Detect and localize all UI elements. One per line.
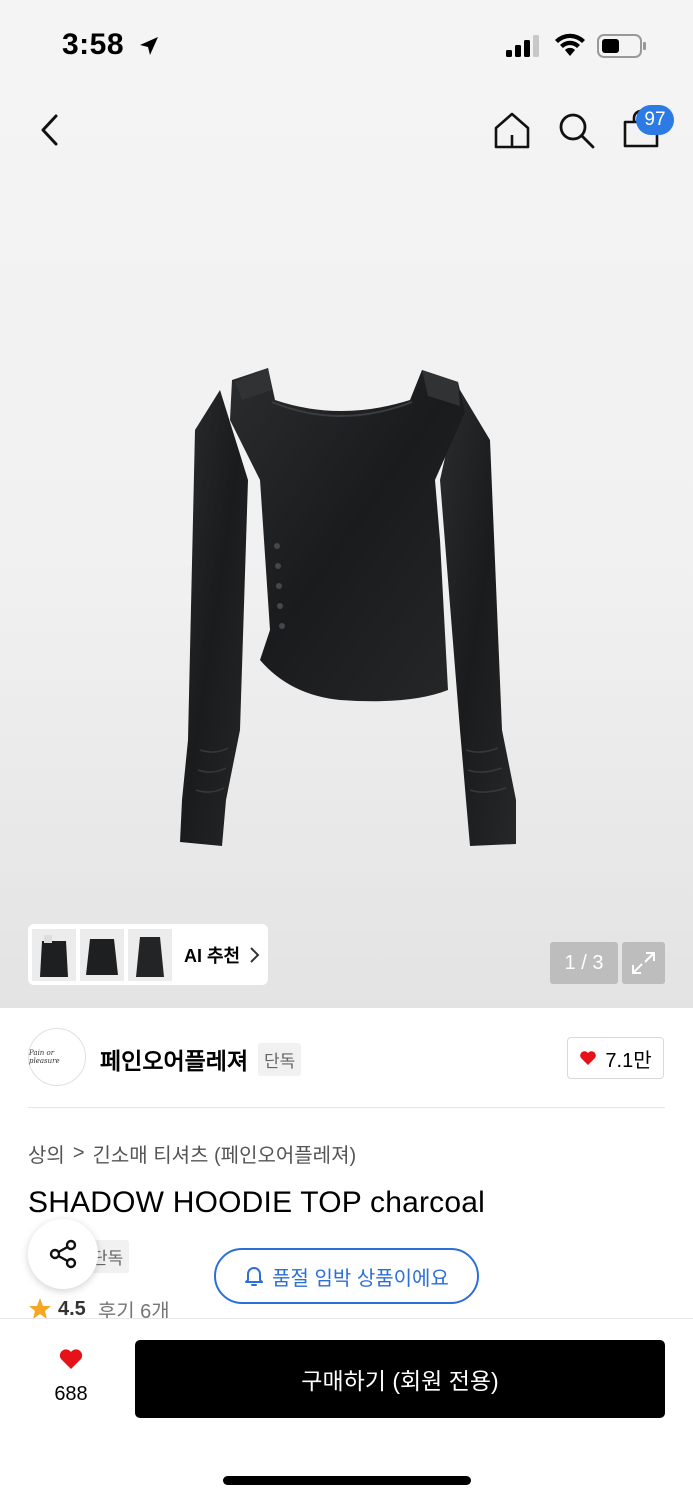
breadcrumb-separator: >	[72, 1142, 85, 1164]
home-icon[interactable]	[492, 110, 532, 150]
product-title: SHADOW HOODIE TOP charcoal	[28, 1186, 485, 1219]
back-button[interactable]	[34, 110, 68, 150]
breadcrumb-subcategory[interactable]: 긴소매 티셔츠 (페인오어플레져)	[93, 1139, 357, 1168]
brand-like-button[interactable]: 7.1만	[567, 1037, 664, 1079]
ai-recommendation-strip[interactable]: AI 추천	[28, 924, 268, 985]
breadcrumb-category[interactable]: 상의	[28, 1139, 65, 1168]
expand-icon[interactable]	[622, 942, 665, 984]
home-indicator	[223, 1476, 471, 1485]
cart-count-badge: 97	[636, 105, 674, 135]
product-image[interactable]	[160, 360, 540, 860]
ai-thumbnail[interactable]	[128, 928, 172, 981]
battery-icon	[597, 34, 646, 58]
wifi-icon	[555, 33, 585, 56]
rating-value: 4.5	[58, 1298, 86, 1320]
chevron-right-icon	[250, 946, 260, 963]
stock-alert-pill: 품절 임박 상품이에요	[214, 1248, 479, 1304]
wishlist-count: 688	[54, 1383, 88, 1405]
status-time: 3:58	[62, 28, 125, 61]
stock-alert-text: 품절 임박 상품이에요	[272, 1267, 449, 1290]
image-page-counter: 1 / 3	[550, 942, 618, 984]
wishlist-button[interactable]: 688	[40, 1348, 102, 1406]
review-count[interactable]: 후기 6개	[98, 1298, 170, 1321]
rating-row[interactable]: 4.5 후기 6개	[28, 1298, 170, 1320]
breadcrumb: 상의 > 긴소매 티셔츠 (페인오어플레져)	[28, 1139, 356, 1168]
heart-icon	[580, 1051, 597, 1065]
brand-logo-text: Pain or pleasure	[29, 1049, 60, 1065]
exclusive-badge: 단독	[258, 1043, 302, 1076]
ai-thumbnail[interactable]	[32, 928, 76, 981]
ai-recommend-label: AI 추천	[184, 945, 241, 966]
brand-like-count: 7.1만	[605, 1049, 652, 1072]
share-button[interactable]	[28, 1219, 98, 1289]
heart-icon	[59, 1349, 83, 1369]
divider	[28, 1107, 665, 1108]
buy-button[interactable]: 구매하기 (회원 전용)	[135, 1340, 665, 1418]
bell-icon	[245, 1267, 264, 1286]
brand-name[interactable]: 페인오어플레져	[100, 1042, 248, 1076]
cellular-signal-icon	[506, 35, 539, 57]
star-icon	[29, 1298, 51, 1319]
location-arrow-icon	[140, 37, 158, 55]
ai-thumbnail[interactable]	[80, 928, 124, 981]
search-icon[interactable]	[556, 110, 596, 150]
share-icon	[49, 1239, 77, 1269]
brand-logo[interactable]: Pain or pleasure	[28, 1028, 86, 1086]
